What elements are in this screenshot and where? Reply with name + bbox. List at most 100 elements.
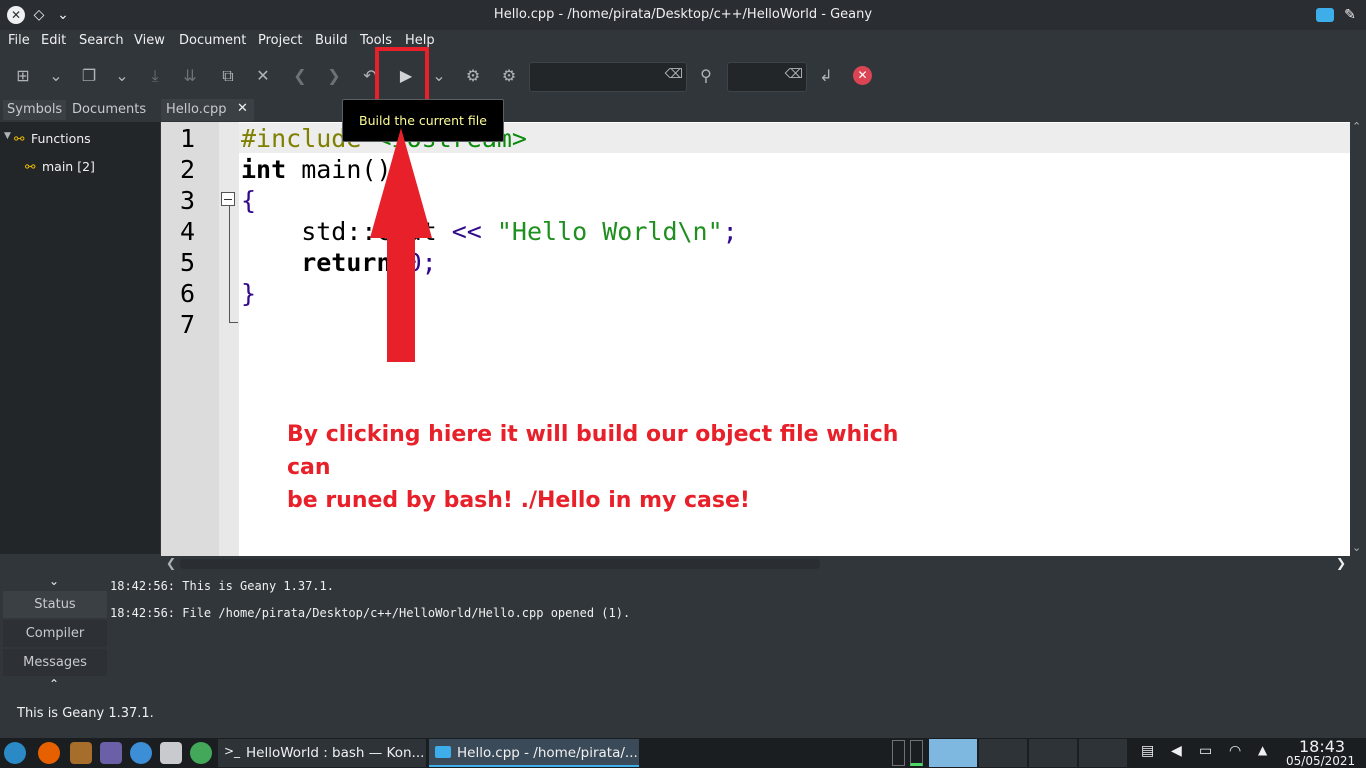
horizontal-scroll-thumb[interactable]: [180, 559, 820, 569]
execute-gears-icon[interactable]: ⚙: [460, 64, 486, 88]
task-konsole[interactable]: HelloWorld : bash — Kon...: [218, 739, 426, 767]
scroll-tabs-down-icon[interactable]: ⌄: [49, 574, 59, 588]
new-dropdown-chevron-icon[interactable]: ⌄: [43, 64, 69, 88]
volume-icon[interactable]: ◀: [1171, 743, 1182, 759]
log-line: 18:42:56: File /home/pirata/Desktop/c++/…: [110, 606, 631, 620]
code-line: std::cout << "Hello World\n";: [241, 216, 738, 247]
close-tab-icon[interactable]: ✕: [237, 101, 248, 116]
clipboard-icon[interactable]: ▤: [1141, 743, 1154, 759]
editor-tab-label[interactable]: Hello.cpp: [162, 100, 231, 120]
search-icon[interactable]: ⚲: [693, 64, 719, 88]
annotation-line: By clicking hiere it will build our obje…: [287, 422, 899, 480]
menu-search[interactable]: Search: [79, 33, 124, 48]
code-token: int: [241, 155, 287, 184]
close-file-icon[interactable]: ✕: [250, 64, 276, 88]
settings-icon[interactable]: [130, 742, 152, 764]
title-bar: Hello.cpp - /home/pirata/Desktop/c++/Hel…: [0, 0, 1366, 30]
vertical-scrollbar[interactable]: ⌃ ⌄: [1350, 120, 1366, 556]
code-token: return: [241, 248, 392, 277]
window-title: Hello.cpp - /home/pirata/Desktop/c++/Hel…: [493, 7, 873, 22]
fold-line: [229, 206, 230, 322]
code-line: }: [241, 278, 256, 309]
menu-project[interactable]: Project: [258, 33, 302, 48]
terminal-icon: >_: [224, 744, 241, 758]
app-launcher-icon[interactable]: [4, 742, 26, 764]
menu-build[interactable]: Build: [315, 33, 348, 48]
goto-line-input[interactable]: ⌫: [727, 62, 807, 92]
quit-icon[interactable]: ✕: [853, 66, 872, 85]
clear-goto-icon[interactable]: ⌫: [785, 67, 803, 82]
clock-date[interactable]: 05/05/2021: [1286, 754, 1355, 768]
clear-search-icon[interactable]: ⌫: [665, 67, 683, 82]
tab-messages[interactable]: Messages: [3, 649, 107, 676]
search-input[interactable]: ⌫: [529, 62, 687, 92]
keep-above-icon[interactable]: ◇: [28, 4, 50, 26]
desktop-2[interactable]: [979, 739, 1027, 767]
firefox-icon[interactable]: [38, 742, 60, 764]
annotation-line: be runed by bash! ./Hello in my case!: [287, 488, 750, 513]
desktop-3[interactable]: [1029, 739, 1077, 767]
task-geany[interactable]: Hello.cpp - /home/pirata/...: [429, 739, 639, 767]
save-icon[interactable]: ⤓: [142, 64, 168, 88]
scroll-left-icon[interactable]: ❮: [166, 556, 176, 570]
desktop-1[interactable]: [929, 739, 977, 767]
tray-expand-icon[interactable]: ▲: [1258, 743, 1267, 757]
status-bar: This is Geany 1.37.1.: [0, 700, 1366, 730]
functions-icon: ⚯: [14, 131, 25, 146]
document-icon[interactable]: [160, 742, 182, 764]
tree-functions[interactable]: Functions: [31, 131, 91, 146]
code-line: int main(): [241, 154, 392, 185]
save-all-icon[interactable]: ⇊: [177, 64, 203, 88]
build-dropdown-chevron-icon[interactable]: ⌄: [426, 64, 452, 88]
code-token: ;: [722, 217, 738, 246]
tree-expand-icon[interactable]: ▼: [4, 131, 11, 141]
code-token: {: [241, 186, 257, 215]
geany-task-icon: [435, 746, 451, 758]
network-icon[interactable]: ◠: [1229, 743, 1241, 759]
battery-icon[interactable]: ▭: [1199, 743, 1212, 759]
highlight-box: [375, 47, 429, 105]
line-number: 7: [179, 310, 195, 339]
menu-view[interactable]: View: [134, 33, 165, 48]
scroll-tabs-up-icon[interactable]: ⌃: [49, 677, 59, 691]
menu-document[interactable]: Document: [179, 33, 246, 48]
pin-icon[interactable]: ✎: [1339, 4, 1361, 26]
file-manager-icon[interactable]: [70, 742, 92, 764]
fold-toggle-icon[interactable]: [221, 192, 235, 206]
store-icon[interactable]: [190, 742, 212, 764]
close-window-icon[interactable]: ✕: [5, 4, 27, 26]
line-number: 6: [179, 279, 195, 308]
code-token: }: [241, 279, 257, 308]
text-editor-icon[interactable]: [100, 742, 122, 764]
tab-symbols[interactable]: Symbols: [3, 100, 67, 120]
tab-status[interactable]: Status: [3, 591, 107, 618]
menu-help[interactable]: Help: [405, 33, 435, 48]
code-token: <<: [451, 217, 482, 246]
goto-line-icon[interactable]: ↲: [813, 64, 839, 88]
desktop-4[interactable]: [1079, 739, 1127, 767]
scroll-right-icon[interactable]: ❯: [1336, 556, 1346, 570]
line-number: 4: [179, 217, 195, 246]
red-arrow-icon: [370, 128, 432, 362]
navigate-forward-icon[interactable]: ❯: [321, 64, 347, 88]
menu-file[interactable]: File: [8, 33, 30, 48]
menu-tools[interactable]: Tools: [360, 33, 392, 48]
window-menu-chevron-icon[interactable]: ⌄: [52, 4, 74, 26]
tree-item-main[interactable]: main [2]: [42, 159, 95, 174]
tab-compiler[interactable]: Compiler: [3, 620, 107, 647]
code-token: "Hello World\n": [481, 217, 723, 246]
preferences-gear-icon[interactable]: ⚙: [496, 64, 522, 88]
new-file-icon[interactable]: ⊞: [10, 64, 36, 88]
open-file-icon[interactable]: ❐: [76, 64, 102, 88]
memory-monitor-icon: [910, 740, 923, 766]
function-icon: ⚯: [25, 159, 36, 174]
tab-documents[interactable]: Documents: [68, 100, 150, 120]
open-dropdown-chevron-icon[interactable]: ⌄: [109, 64, 135, 88]
navigate-back-icon[interactable]: ❮: [287, 64, 313, 88]
scroll-down-icon[interactable]: ⌄: [1352, 541, 1361, 554]
revert-icon[interactable]: ⧉: [215, 64, 241, 88]
line-number: 5: [179, 248, 195, 277]
menu-edit[interactable]: Edit: [41, 33, 66, 48]
scroll-up-icon[interactable]: ⌃: [1352, 120, 1361, 133]
line-number: 1: [179, 124, 195, 153]
